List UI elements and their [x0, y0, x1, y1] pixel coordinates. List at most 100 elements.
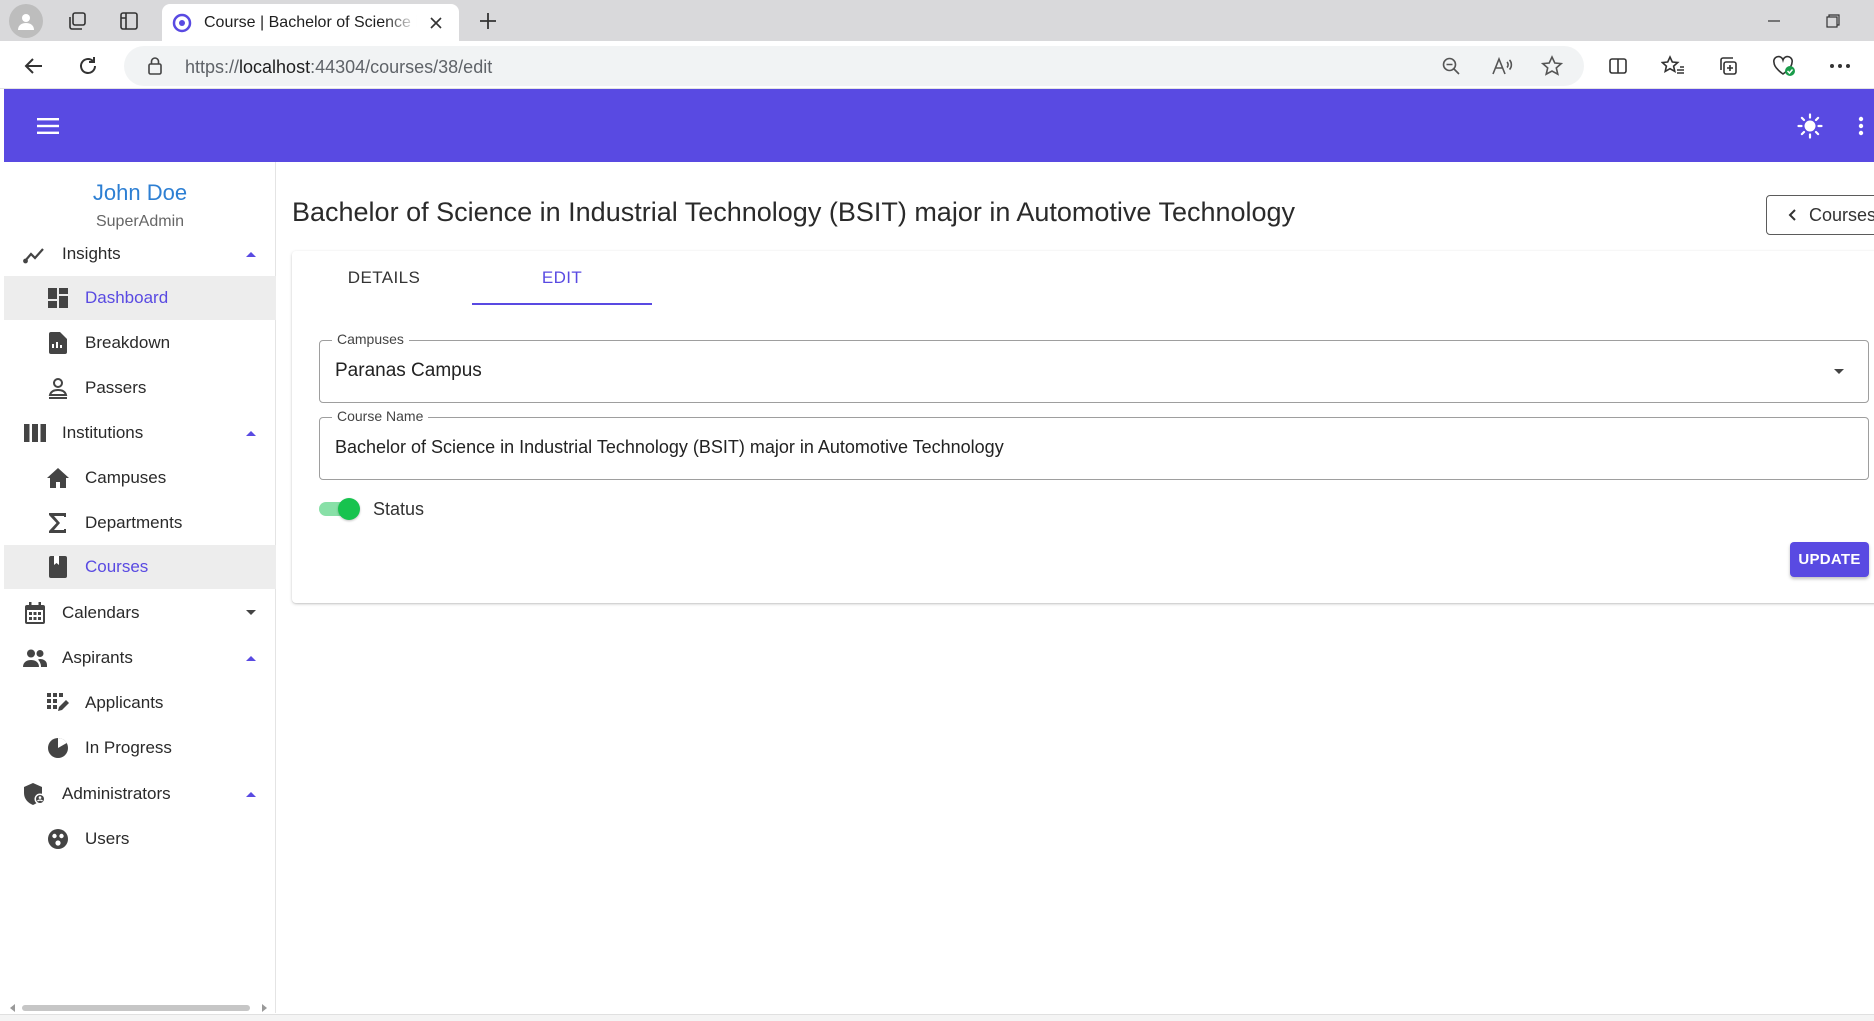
update-button[interactable]: UPDATE [1790, 542, 1869, 577]
nav-group-calendars[interactable]: Calendars [4, 591, 276, 635]
browser-tab[interactable]: Course | Bachelor of Science in Industri… [162, 4, 459, 41]
nav-item-campuses[interactable]: Campuses [4, 456, 276, 500]
workspaces-icon[interactable] [60, 4, 94, 38]
status-toggle-switch[interactable] [319, 495, 361, 523]
course-name-label: Course Name [332, 408, 429, 424]
tab-title: Course | Bachelor of Science in Industri… [204, 13, 417, 31]
insights-trend-icon [21, 240, 49, 268]
status-row: Status [319, 494, 424, 524]
restore-window-icon[interactable] [1805, 0, 1861, 41]
nav-item-passers[interactable]: Passers [4, 366, 276, 410]
calendar-icon [21, 599, 49, 627]
chevron-up-icon [246, 252, 256, 257]
nav-label-administrators: Administrators [62, 784, 171, 803]
close-tab-icon[interactable] [423, 10, 449, 36]
nav-group-institutions[interactable]: Institutions [4, 411, 276, 455]
theme-toggle-sun-icon[interactable] [1790, 106, 1830, 146]
nav-drawer: John Doe SuperAdmin Insights Dashboard B… [4, 162, 276, 1013]
chevron-down-icon [246, 610, 256, 615]
lock-icon[interactable] [146, 56, 164, 76]
nav-label-campuses: Campuses [85, 468, 167, 487]
aspirants-people-icon [21, 644, 49, 672]
browser-essentials-icon[interactable] [1766, 48, 1802, 84]
users-face-icon [44, 825, 72, 853]
nav-item-in-progress[interactable]: In Progress [4, 726, 276, 770]
course-name-value[interactable]: Bachelor of Science in Industrial Techno… [335, 437, 1004, 458]
favorites-icon[interactable] [1655, 48, 1691, 84]
url-host: localhost [239, 57, 311, 77]
zoom-out-icon[interactable] [1436, 51, 1466, 81]
read-aloud-icon[interactable] [1487, 51, 1517, 81]
drawer-horizontal-scrollbar[interactable] [4, 1002, 276, 1014]
nav-item-users[interactable]: Users [4, 817, 276, 861]
menu-icon[interactable] [28, 109, 68, 143]
nav-group-aspirants[interactable]: Aspirants [4, 636, 276, 680]
administrators-shield-icon [21, 780, 49, 808]
back-button-label: Courses [1809, 204, 1874, 225]
minimize-window-icon[interactable] [1746, 0, 1802, 41]
browser-toolbar: https://localhost:44304/courses/38/edit [0, 41, 1874, 89]
nav-label-courses: Courses [85, 557, 149, 576]
site-favicon-icon [172, 13, 192, 33]
tab-details[interactable]: DETAILS [294, 251, 474, 305]
nav-item-departments[interactable]: Departments [4, 501, 276, 545]
course-name-field[interactable]: Course Name Bachelor of Science in Indus… [319, 408, 1869, 480]
campus-select-value: Paranas Campus [335, 360, 482, 381]
browser-more-icon[interactable] [1822, 48, 1858, 84]
in-progress-pie-icon [44, 734, 72, 762]
nav-label-insights: Insights [62, 244, 121, 263]
status-label: Status [373, 498, 425, 519]
app-more-vertical-icon[interactable] [1848, 106, 1874, 146]
nav-group-administrators[interactable]: Administrators [4, 772, 276, 816]
page-title: Bachelor of Science in Industrial Techno… [292, 197, 1296, 227]
course-edit-card: DETAILS EDIT Campuses Paranas Campus Cou… [292, 251, 1874, 603]
user-name[interactable]: John Doe [4, 180, 276, 206]
nav-label-departments: Departments [85, 513, 183, 532]
nav-item-breakdown[interactable]: Breakdown [4, 321, 276, 365]
nav-label-breakdown: Breakdown [85, 333, 171, 352]
campus-select[interactable]: Campuses Paranas Campus [319, 331, 1869, 403]
nav-label-users: Users [85, 829, 130, 848]
courses-book-icon [44, 553, 72, 581]
chevron-up-icon [246, 792, 256, 797]
nav-label-dashboard: Dashboard [85, 288, 169, 307]
scroll-left-arrow-icon[interactable] [9, 1004, 17, 1012]
institutions-columns-icon [21, 419, 49, 447]
address-bar[interactable]: https://localhost:44304/courses/38/edit [124, 46, 1584, 86]
switch-knob [338, 498, 360, 520]
dashboard-icon [44, 284, 72, 312]
departments-sigma-icon [44, 509, 72, 537]
nav-item-courses[interactable]: Courses [4, 545, 276, 589]
nav-label-passers: Passers [85, 378, 147, 397]
vertical-tabs-icon[interactable] [112, 4, 146, 38]
nav-label-calendars: Calendars [62, 603, 140, 622]
nav-label-institutions: Institutions [62, 423, 144, 442]
dropdown-arrow-icon[interactable] [1832, 365, 1846, 379]
profile-icon[interactable] [9, 4, 43, 38]
nav-label-aspirants: Aspirants [62, 648, 133, 667]
url-text[interactable]: https://localhost:44304/courses/38/edit [185, 57, 492, 78]
app-bar [4, 89, 1874, 162]
nav-label-applicants: Applicants [85, 693, 164, 712]
back-arrow-icon[interactable] [16, 48, 52, 84]
scroll-right-arrow-icon[interactable] [260, 1004, 268, 1012]
tab-edit[interactable]: EDIT [472, 251, 652, 305]
chevron-up-icon [246, 656, 256, 661]
chevron-up-icon [246, 431, 256, 436]
applicants-grid-icon [44, 689, 72, 717]
nav-group-insights[interactable]: Insights [4, 232, 276, 276]
nav-item-applicants[interactable]: Applicants [4, 681, 276, 725]
chevron-left-icon [1788, 209, 1796, 221]
browser-tab-strip: Course | Bachelor of Science in Industri… [0, 0, 1874, 41]
campus-select-label: Campuses [332, 331, 409, 347]
favorite-star-icon[interactable] [1537, 51, 1567, 81]
scrollbar-thumb[interactable] [22, 1005, 250, 1011]
campuses-home-icon [44, 464, 72, 492]
reload-icon[interactable] [70, 48, 106, 84]
collections-icon[interactable] [1710, 48, 1746, 84]
nav-label-in-progress: In Progress [85, 738, 172, 757]
new-tab-icon[interactable] [471, 4, 505, 38]
split-screen-icon[interactable] [1600, 48, 1636, 84]
nav-item-dashboard[interactable]: Dashboard [4, 276, 276, 320]
back-to-courses-button[interactable]: Courses [1766, 195, 1874, 235]
